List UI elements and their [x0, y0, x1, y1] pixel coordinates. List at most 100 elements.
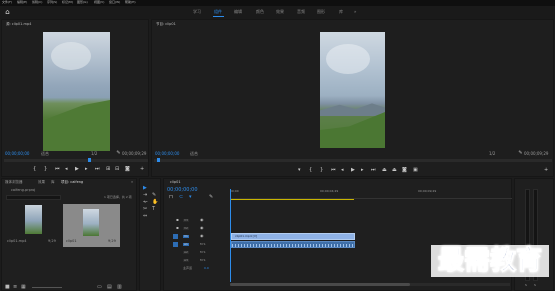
program-fit-select[interactable]: 适合	[190, 152, 198, 156]
track-label-a1[interactable]: A1	[183, 243, 189, 246]
program-playhead-bar[interactable]	[154, 158, 552, 162]
project-item-1[interactable]: clip01 9;29	[63, 204, 120, 247]
workspace-tab-effects[interactable]: 效果	[276, 10, 284, 14]
program-mark-out-icon[interactable]: }	[320, 168, 323, 173]
extract-icon[interactable]: ⏏	[392, 168, 397, 173]
program-monitor-title[interactable]: 节目: clip01	[156, 22, 176, 27]
slip-tool-icon[interactable]: ⇔	[143, 214, 147, 219]
work-area-bar[interactable]	[230, 199, 354, 200]
trash-icon[interactable]: ▥	[117, 285, 122, 290]
program-camera-icon[interactable]: ◙	[402, 168, 407, 173]
lock-icon[interactable]: ■	[5, 285, 10, 290]
timeline-scroll-thumb[interactable]	[230, 283, 410, 286]
menu-help[interactable]: 帮助(H)	[125, 1, 136, 4]
play-icon[interactable]: ▶	[75, 167, 79, 172]
tab-project[interactable]: 项目: caifeng	[61, 180, 83, 185]
linked-selection-icon[interactable]: ⊂	[179, 195, 183, 200]
program-go-out-icon[interactable]: ⏭	[371, 168, 376, 173]
go-to-out-icon[interactable]: ⏭	[95, 167, 100, 172]
selection-tool-icon[interactable]: ▶	[143, 186, 147, 191]
program-scale-select[interactable]: 1/2	[489, 152, 495, 156]
comparison-view-icon[interactable]: ▣	[413, 168, 418, 173]
menu-file[interactable]: 文件(F)	[2, 1, 12, 4]
wrench-icon[interactable]: ✎	[116, 151, 121, 156]
program-go-in-icon[interactable]: ⏮	[331, 168, 336, 173]
meter-solo-left[interactable]: S	[525, 284, 527, 287]
step-back-icon[interactable]: ◂	[65, 167, 68, 172]
camera-icon[interactable]: ◙	[125, 167, 130, 172]
workspace-tab-learn[interactable]: 学习	[193, 10, 201, 14]
source-timecode[interactable]: 00;00;00;00	[5, 152, 29, 156]
lift-icon[interactable]: ⏏	[382, 168, 387, 173]
program-playhead-marker[interactable]	[157, 158, 160, 162]
project-item-0[interactable]: clip01.mp4 9;29	[6, 204, 61, 247]
pen-tool-icon[interactable]: ✎	[152, 193, 156, 198]
mark-in-icon[interactable]: {	[33, 167, 36, 172]
source-patch-a1[interactable]	[173, 242, 178, 247]
track-mute-a2[interactable]: M S	[200, 251, 205, 254]
icon-view-icon[interactable]: ▦	[21, 285, 26, 290]
timeline-timecode[interactable]: 00;00;00;00	[167, 188, 198, 193]
step-forward-icon[interactable]: ▸	[85, 167, 88, 172]
menu-clip[interactable]: 剪辑(C)	[32, 1, 42, 4]
source-patch-v1[interactable]	[173, 234, 178, 239]
menu-edit[interactable]: 编辑(E)	[17, 1, 27, 4]
razor-tool-icon[interactable]: ✂	[143, 207, 147, 212]
source-playhead-marker[interactable]	[88, 158, 91, 162]
source-scale-select[interactable]: 1/2	[91, 152, 97, 156]
menu-view[interactable]: 视图(V)	[94, 1, 104, 4]
home-icon[interactable]: ⌂	[4, 9, 11, 16]
track-eye-icon[interactable]: ◉	[200, 226, 204, 230]
hand-tool-icon[interactable]: ✋	[152, 200, 158, 205]
track-eye-icon[interactable]: ◉	[200, 218, 204, 222]
timeline-settings-icon[interactable]: ✎	[209, 195, 213, 200]
timeline-ruler[interactable]: 00;00 00;00;04;29 00;00;09;29	[230, 189, 512, 199]
overwrite-icon[interactable]: ⊟	[115, 167, 119, 172]
program-mark-in-icon[interactable]: {	[309, 168, 312, 173]
ripple-edit-tool-icon[interactable]: ⟛	[143, 200, 148, 205]
workspace-tab-audio[interactable]: 音频	[297, 10, 305, 14]
list-view-icon[interactable]: ≡	[13, 285, 17, 290]
track-mute-a1[interactable]: M S	[200, 243, 205, 246]
tab-libraries[interactable]: 库	[51, 180, 55, 185]
timeline-tab[interactable]: clip01	[170, 180, 181, 185]
program-play-icon[interactable]: ▶	[351, 168, 355, 173]
program-step-back-icon[interactable]: ◂	[341, 168, 344, 173]
menu-sequence[interactable]: 序列(S)	[47, 1, 57, 4]
tab-media-browser[interactable]: 媒体浏览器	[5, 180, 23, 185]
menu-graphics[interactable]: 图形(G)	[77, 1, 88, 4]
mark-out-icon[interactable]: }	[44, 167, 47, 172]
source-fit-select[interactable]: 适合	[41, 152, 49, 156]
source-monitor-title[interactable]: 源: clip01.mp4	[6, 22, 31, 27]
program-timecode[interactable]: 00;00;00;00	[155, 152, 179, 156]
track-label-a2[interactable]: A2	[183, 251, 189, 254]
track-label-v1[interactable]: V1	[183, 235, 189, 238]
workspace-overflow[interactable]: »	[354, 10, 356, 14]
add-button-icon[interactable]: +	[140, 167, 144, 172]
track-mute-a3[interactable]: M S	[200, 259, 205, 262]
track-select-tool-icon[interactable]: ⇥	[143, 193, 147, 198]
insert-icon[interactable]: ⊞	[106, 167, 110, 172]
meter-solo-right[interactable]: S	[534, 284, 536, 287]
program-marker-icon[interactable]: ▾	[298, 168, 301, 173]
track-label-v3[interactable]: V3	[183, 219, 189, 222]
workspace-tab-editing[interactable]: 编辑	[234, 10, 242, 14]
track-lock-icon[interactable]: ▪	[176, 218, 179, 222]
project-search-input[interactable]	[6, 195, 61, 200]
new-bin-icon[interactable]: ▭	[97, 285, 102, 290]
workspace-tab-assembly[interactable]: 组件	[214, 10, 222, 14]
track-eye-icon[interactable]: ◉	[200, 234, 204, 238]
audio-clip[interactable]	[231, 241, 355, 248]
timeline-scrollbar[interactable]	[230, 283, 510, 286]
track-label-v2[interactable]: V2	[183, 227, 189, 230]
snap-icon[interactable]: ⊓	[169, 195, 173, 200]
source-playhead-bar[interactable]	[4, 158, 148, 162]
menu-marker[interactable]: 标记(M)	[62, 1, 73, 4]
workspace-tab-libraries[interactable]: 库	[339, 10, 343, 14]
track-label-a3[interactable]: A3	[183, 259, 189, 262]
master-value[interactable]: 0.0	[204, 267, 209, 270]
type-tool-icon[interactable]: T	[152, 207, 155, 212]
go-to-in-icon[interactable]: ⏮	[55, 167, 60, 172]
workspace-tab-color[interactable]: 颜色	[256, 10, 264, 14]
workspace-tab-graphics[interactable]: 图形	[317, 10, 325, 14]
